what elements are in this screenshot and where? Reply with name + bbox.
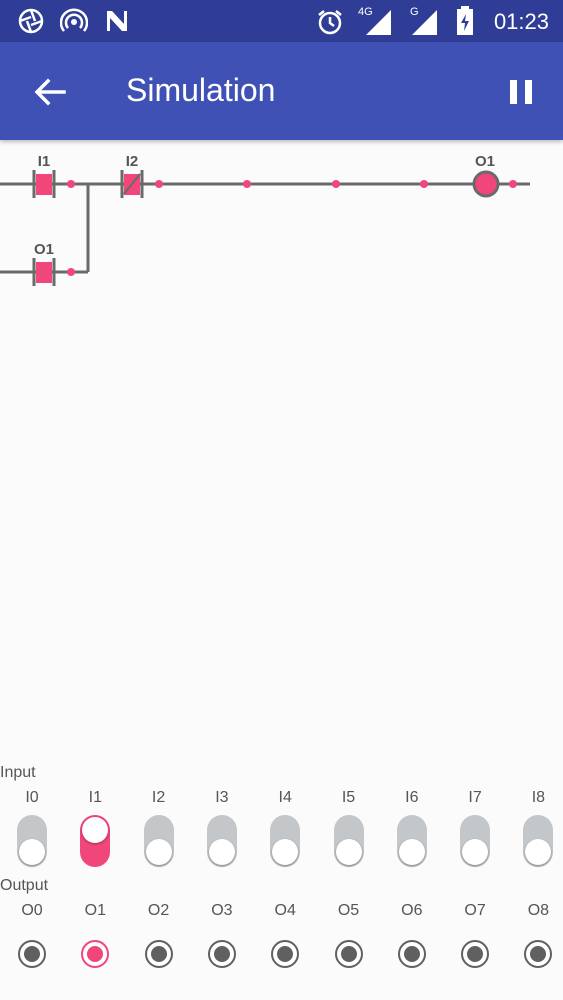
toggle-knob bbox=[525, 839, 552, 865]
toggle-knob bbox=[82, 817, 109, 843]
input-toggle-i8[interactable] bbox=[523, 815, 554, 867]
input-toggle-i1[interactable] bbox=[80, 815, 111, 867]
indicator-dot bbox=[530, 946, 547, 962]
status-time: 01:23 bbox=[493, 9, 549, 34]
indicator-dot bbox=[340, 946, 357, 962]
toggle-knob bbox=[398, 839, 425, 865]
output-channel-label: O6 bbox=[401, 902, 423, 919]
signal-4g-icon bbox=[366, 10, 391, 35]
contact-o1-label: O1 bbox=[34, 241, 54, 258]
output-indicator-o5 bbox=[334, 940, 363, 968]
output-channel-label: O5 bbox=[337, 902, 360, 919]
input-toggle-i4[interactable] bbox=[270, 815, 301, 867]
input-toggle-i2[interactable] bbox=[143, 815, 174, 867]
status-bar: 4G G 01:23 bbox=[0, 0, 563, 42]
output-indicator-o1 bbox=[81, 940, 110, 968]
toggle-knob bbox=[462, 839, 489, 865]
indicator-dot bbox=[467, 946, 484, 962]
wifi-hotspot-icon bbox=[60, 8, 88, 32]
output-channel-label: O1 bbox=[84, 902, 106, 919]
toggle-knob bbox=[335, 839, 362, 865]
contact-i1[interactable] bbox=[32, 170, 56, 198]
input-toggle-i7[interactable] bbox=[460, 815, 491, 867]
indicator-dot bbox=[213, 946, 230, 962]
output-channel-label: O7 bbox=[464, 902, 486, 919]
output-indicator-o7 bbox=[461, 940, 490, 968]
input-channel-label: I2 bbox=[151, 789, 166, 806]
input-toggle-i0[interactable] bbox=[17, 815, 47, 867]
alarm-icon bbox=[318, 10, 342, 35]
indicator-dot bbox=[87, 946, 104, 962]
output-indicator-o2 bbox=[144, 940, 173, 968]
output-indicator-o0 bbox=[18, 940, 46, 968]
input-channel-label: I3 bbox=[215, 789, 229, 806]
output-indicator-o4 bbox=[271, 940, 300, 968]
output-section-label: Output bbox=[0, 877, 49, 894]
contact-i1-label: I1 bbox=[38, 153, 51, 170]
toggle-knob bbox=[19, 839, 45, 865]
input-toggle-i5[interactable] bbox=[333, 815, 364, 867]
contact-i2-label: I2 bbox=[126, 153, 139, 170]
arrow-left-icon[interactable] bbox=[30, 72, 70, 112]
input-channel-label: I7 bbox=[468, 789, 482, 806]
input-channel-label: I5 bbox=[341, 789, 356, 806]
indicator-dot bbox=[277, 946, 294, 962]
output-channel-label: O0 bbox=[21, 902, 43, 919]
input-toggle-i6[interactable] bbox=[396, 815, 427, 867]
input-channel-label: I0 bbox=[25, 789, 39, 806]
indicator-dot bbox=[403, 946, 420, 962]
toggle-knob bbox=[145, 839, 172, 865]
ladder-diagram: I1 I2 O1 O1 bbox=[0, 153, 530, 286]
input-channel-label: I4 bbox=[278, 789, 292, 806]
input-toggle-i3[interactable] bbox=[206, 815, 237, 867]
indicator-dot bbox=[150, 946, 167, 962]
output-channel-label: O4 bbox=[274, 902, 296, 919]
coil-o1-label: O1 bbox=[475, 153, 495, 170]
n-logo-icon bbox=[107, 11, 127, 31]
battery-charging-icon bbox=[457, 6, 473, 35]
input-channel-label: I8 bbox=[531, 789, 546, 806]
contact-i2[interactable] bbox=[120, 170, 144, 198]
aperture-icon bbox=[18, 8, 44, 34]
output-channel-label: O2 bbox=[147, 902, 170, 919]
contact-o1[interactable] bbox=[32, 258, 56, 286]
output-indicator-o6 bbox=[397, 940, 426, 968]
signal-g-icon bbox=[412, 10, 437, 35]
input-channel-label: I6 bbox=[405, 789, 419, 806]
page-title: Simulation bbox=[126, 72, 276, 108]
input-section-label: Input bbox=[0, 764, 36, 781]
output-channel-label: O8 bbox=[527, 902, 550, 919]
app-bar: Simulation bbox=[0, 42, 563, 140]
toggle-knob bbox=[272, 839, 299, 865]
coil-o1[interactable] bbox=[472, 170, 500, 198]
output-indicator-o8 bbox=[524, 940, 553, 968]
output-indicator-o3 bbox=[207, 940, 236, 968]
pause-icon[interactable] bbox=[502, 72, 542, 112]
toggle-knob bbox=[208, 839, 235, 865]
output-channel-label: O3 bbox=[211, 902, 233, 919]
indicator-dot bbox=[24, 946, 40, 962]
input-channel-label: I1 bbox=[88, 789, 102, 806]
